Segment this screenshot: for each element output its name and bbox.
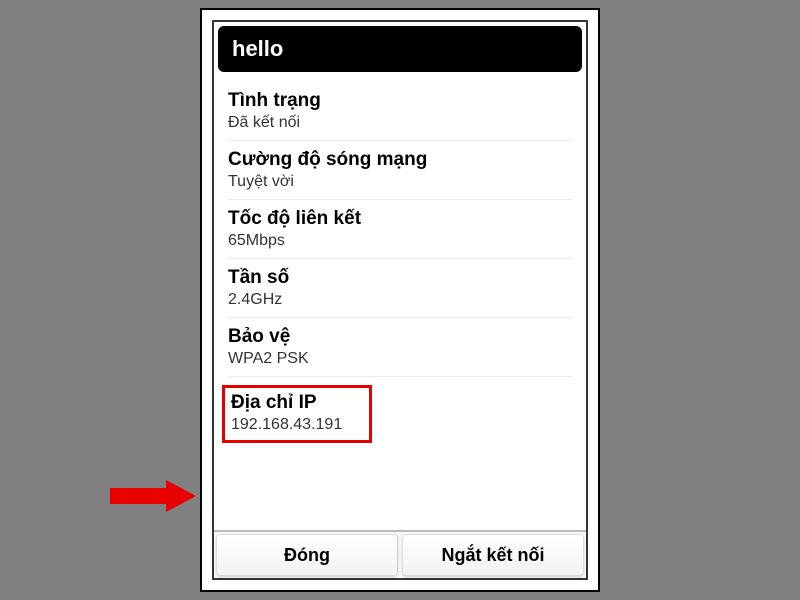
link-speed-label: Tốc độ liên kết	[228, 208, 572, 230]
annotation-arrow	[110, 480, 200, 512]
signal-row: Cường độ sóng mạng Tuyệt vời	[228, 141, 572, 200]
signal-label: Cường độ sóng mạng	[228, 149, 572, 171]
status-value: Đã kết nối	[228, 114, 572, 132]
link-speed-value: 65Mbps	[228, 232, 572, 250]
ip-label: Địa chỉ IP	[231, 392, 363, 414]
screenshot-frame: hello Tình trạng Đã kết nối Cường độ són…	[200, 8, 600, 592]
arrow-head-icon	[166, 480, 196, 512]
link-speed-row: Tốc độ liên kết 65Mbps	[228, 200, 572, 259]
close-button[interactable]: Đóng	[216, 534, 398, 576]
frequency-value: 2.4GHz	[228, 291, 572, 309]
ip-row: Địa chỉ IP 192.168.43.191	[228, 377, 572, 451]
signal-value: Tuyệt vời	[228, 173, 572, 191]
security-row: Bảo vệ WPA2 PSK	[228, 318, 572, 377]
dialog: hello Tình trạng Đã kết nối Cường độ són…	[212, 20, 588, 580]
security-label: Bảo vệ	[228, 326, 572, 348]
wifi-details: Tình trạng Đã kết nối Cường độ sóng mạng…	[214, 76, 586, 530]
ip-value: 192.168.43.191	[231, 416, 363, 434]
security-value: WPA2 PSK	[228, 350, 572, 368]
dialog-title: hello	[218, 26, 582, 72]
status-row: Tình trạng Đã kết nối	[228, 82, 572, 141]
frequency-label: Tần số	[228, 267, 572, 289]
arrow-shaft	[110, 488, 168, 504]
ip-highlight: Địa chỉ IP 192.168.43.191	[222, 385, 372, 443]
status-label: Tình trạng	[228, 90, 572, 112]
disconnect-button[interactable]: Ngắt kết nối	[402, 534, 584, 576]
dialog-buttons: Đóng Ngắt kết nối	[214, 530, 586, 578]
frequency-row: Tần số 2.4GHz	[228, 259, 572, 318]
